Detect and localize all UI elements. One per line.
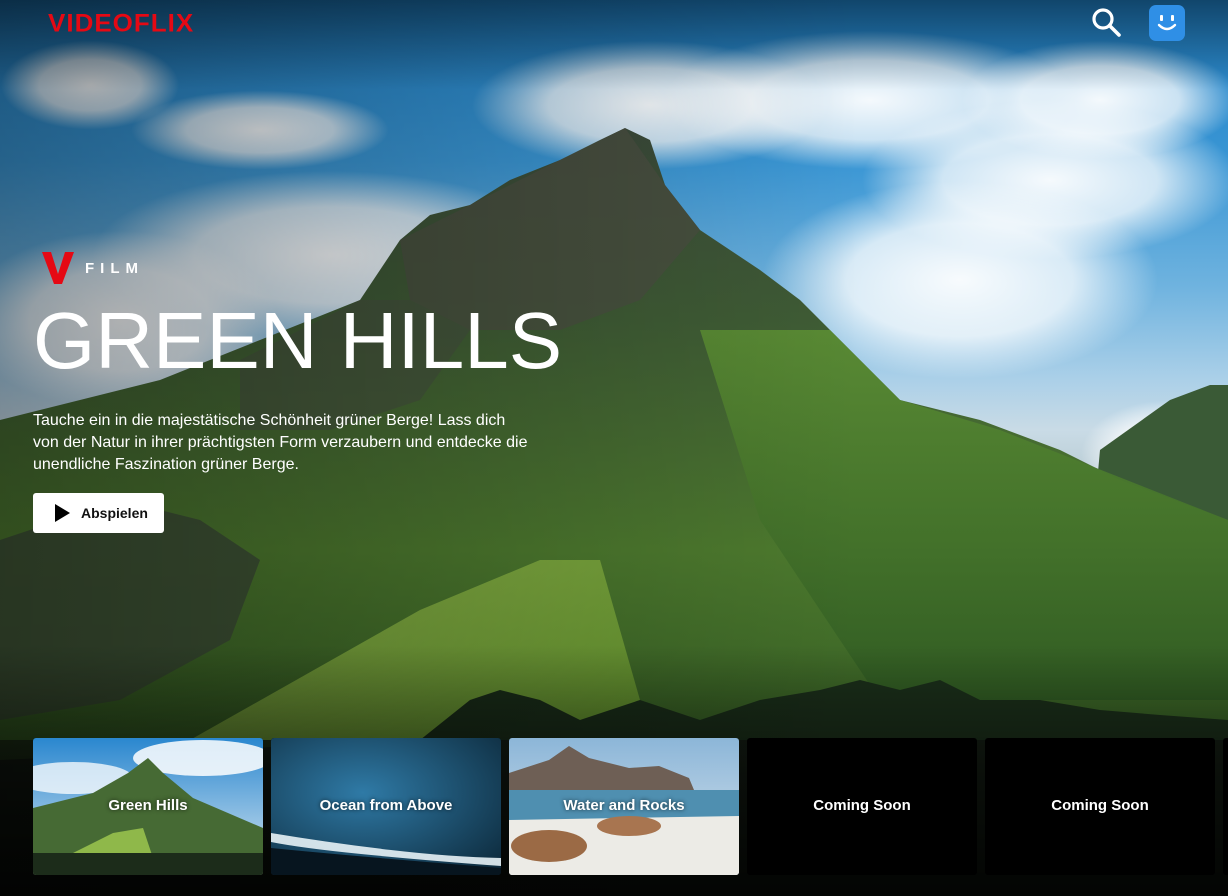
play-button[interactable]: Abspielen: [33, 493, 164, 533]
brand-logo[interactable]: VIDEOFLIX: [48, 9, 194, 38]
next-card-peek[interactable]: [1223, 738, 1228, 875]
brand-v-icon: [42, 252, 74, 284]
video-card-coming-soon[interactable]: Coming Soon: [985, 738, 1215, 875]
video-card-green-hills[interactable]: Green Hills: [33, 738, 263, 875]
video-row: Green Hills Ocean from Above Water and R…: [33, 738, 1228, 875]
video-card-title: Coming Soon: [813, 797, 911, 814]
video-card-title: Ocean from Above: [319, 797, 453, 814]
top-bar: VIDEOFLIX: [0, 0, 1228, 50]
play-button-label: Abspielen: [81, 505, 148, 521]
search-icon[interactable]: [1090, 6, 1124, 40]
video-card-water-and-rocks[interactable]: Water and Rocks: [509, 738, 739, 875]
video-card-coming-soon[interactable]: Coming Soon: [747, 738, 977, 875]
film-badge-label: FILM: [85, 260, 144, 277]
play-icon: [53, 504, 71, 522]
video-card-title: Water and Rocks: [563, 797, 685, 814]
video-card-title: Green Hills: [108, 797, 188, 814]
hero-description: Tauche ein in die majestätische Schönhei…: [33, 412, 528, 473]
video-card-ocean-from-above[interactable]: Ocean from Above: [271, 738, 501, 875]
video-card-title: Coming Soon: [1051, 797, 1149, 814]
hero-title: GREEN HILLS: [33, 296, 563, 385]
smiley-avatar-icon[interactable]: [1149, 5, 1185, 41]
